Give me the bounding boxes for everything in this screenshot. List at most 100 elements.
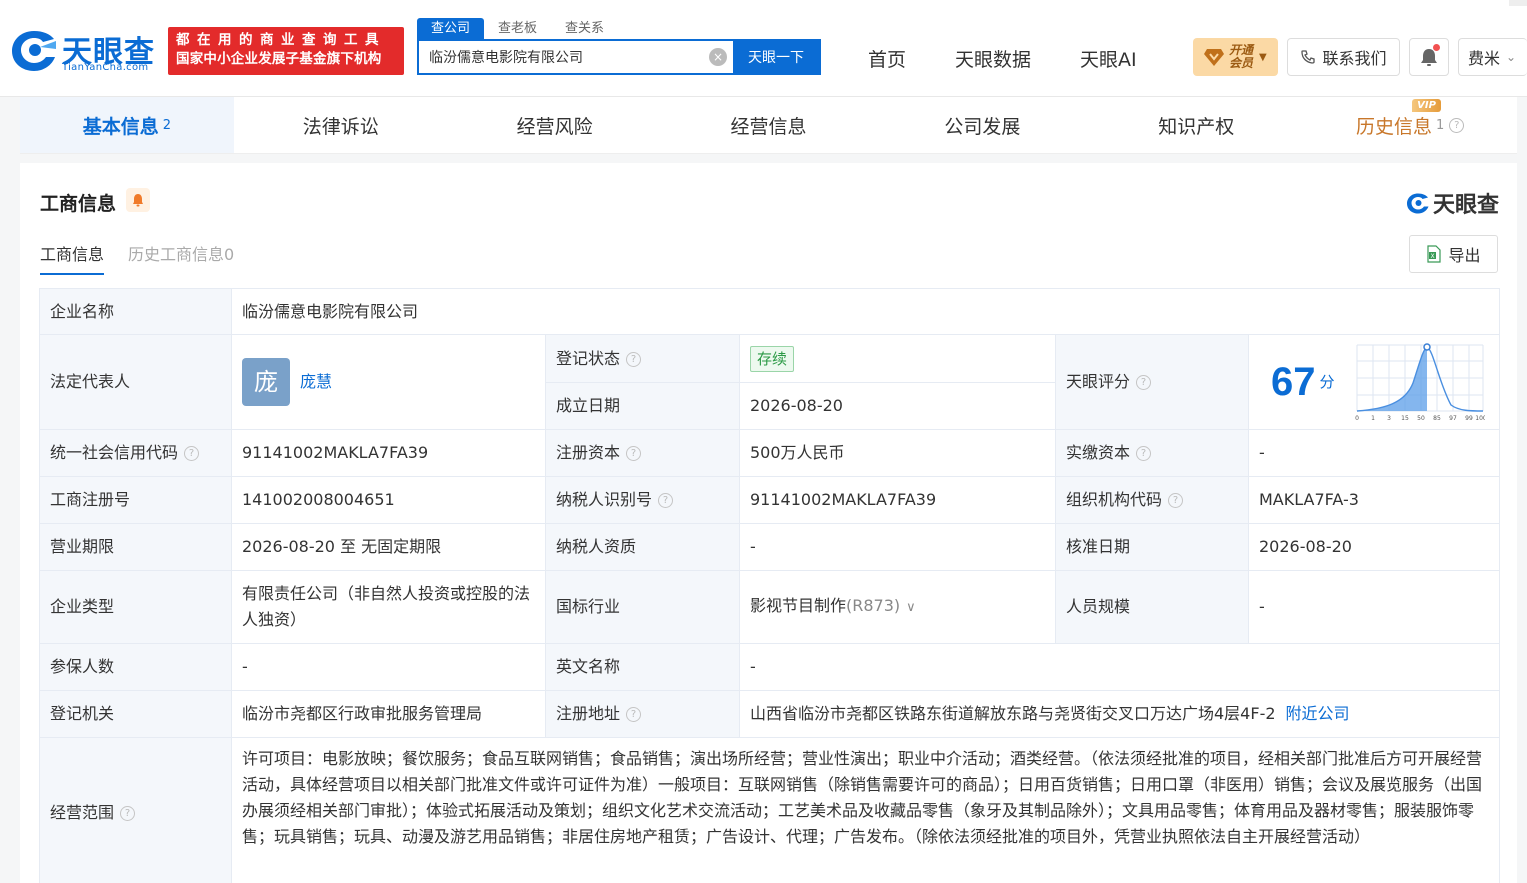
term-label: 营业期限 [39, 523, 232, 571]
score-axis: 0 1 3 15 50 85 97 99 100 [1355, 415, 1485, 422]
reg-capital: 500万人民币 [739, 429, 1056, 477]
help-icon[interactable]: ? [626, 351, 642, 367]
phone-icon [1301, 50, 1316, 64]
search-input[interactable] [419, 41, 703, 73]
help-icon[interactable]: ? [1136, 446, 1152, 461]
contact-us-button[interactable]: 联系我们 [1287, 38, 1400, 76]
address: 山西省临汾市尧都区铁路东街道解放东路与尧贤街交叉口万达广场4层4F-2 [750, 704, 1276, 723]
term: 2026-08-20 至 无固定期限 [231, 523, 546, 571]
nav-ai[interactable]: 天眼AI [1080, 45, 1137, 72]
chevron-down-icon: ∨ [906, 600, 916, 615]
subtab-business-info[interactable]: 工商信息 [40, 241, 105, 275]
company-name-label: 企业名称 [39, 288, 232, 335]
excel-icon: X [1427, 245, 1442, 263]
clear-search-button[interactable]: × [703, 41, 733, 73]
help-icon[interactable]: ? [658, 493, 674, 508]
score-tick: 3 [1387, 415, 1391, 422]
nearby-companies-link[interactable]: 附近公司 [1286, 704, 1350, 723]
address-label: 注册地址 [556, 704, 621, 723]
authority-label: 登记机关 [39, 690, 232, 738]
score-tick: 1 [1371, 415, 1375, 422]
search-tab-company[interactable]: 查公司 [417, 18, 485, 39]
table-row: 经营范围? 许可项目：电影放映；餐饮服务；食品互联网销售；食品销售；演出场所经营… [39, 737, 1501, 883]
status-label: 登记状态 [556, 348, 621, 368]
help-icon[interactable]: ? [1136, 375, 1152, 390]
taxpayer-qual-label: 纳税人资质 [545, 523, 740, 571]
industry: 影视节目制作 [750, 596, 847, 615]
help-icon[interactable]: ? [1449, 117, 1465, 133]
brand-watermark: 天眼查 [1406, 187, 1499, 219]
score-label: 天眼评分 [1066, 372, 1131, 391]
type-label: 企业类型 [39, 570, 232, 644]
table-row: 法定代表人 庞庞慧 登记状态? 存续 天眼评分? 67 分 0 1 3 15 5… [39, 334, 1501, 430]
contact-label: 联系我们 [1322, 49, 1387, 68]
help-icon[interactable]: ? [626, 707, 642, 722]
paid-capital-label: 实缴资本 [1066, 443, 1131, 462]
credit-code-label-cell: 统一社会信用代码? [39, 429, 232, 477]
subtab-history-business-info[interactable]: 历史工商信息0 [128, 241, 234, 275]
tab-history[interactable]: VIP 历史信息 1 ? [1303, 97, 1517, 153]
reg-no-label: 工商注册号 [39, 476, 232, 524]
score-cell[interactable]: 67 分 0 1 3 15 50 85 97 99 100 [1247, 334, 1501, 430]
help-icon[interactable]: ? [626, 446, 642, 461]
banner-line-1: 都在用的商业查询工具 [176, 32, 386, 48]
subscribe-bell-button[interactable] [126, 188, 150, 212]
banner-line-2: 国家中小企业发展子基金旗下机构 [176, 51, 382, 67]
approval-date-label: 核准日期 [1055, 523, 1249, 571]
staff-size-label: 人员规模 [1055, 570, 1249, 644]
table-row: 登记机关 临汾市尧都区行政审批服务管理局 注册地址? 山西省临汾市尧都区铁路东街… [39, 690, 1501, 738]
info-subtabs: 工商信息 历史工商信息0 [40, 241, 234, 275]
scrollbar-stub[interactable] [1509, 0, 1527, 6]
tab-label: 公司发展 [944, 115, 1021, 138]
bell-icon [133, 194, 143, 207]
help-icon[interactable]: ? [120, 805, 136, 821]
tab-ip[interactable]: 知识产权 [1089, 97, 1303, 153]
help-icon[interactable]: ? [184, 446, 200, 461]
tab-legal[interactable]: 法律诉讼 [234, 97, 448, 153]
tab-development[interactable]: 公司发展 [875, 97, 1089, 153]
brand-text: 天眼查 [1432, 193, 1499, 218]
credit-code-label: 统一社会信用代码 [50, 443, 179, 462]
taxpayer-id: 91141002MAKLA7FA39 [739, 476, 1056, 524]
company-name: 临汾儒意电影院有限公司 [230, 288, 1501, 335]
logo-url: TianYanCha.com [62, 62, 149, 73]
reg-no: 141002008004651 [231, 476, 546, 524]
table-row: 营业期限 2026-08-20 至 无固定期限 纳税人资质 - 核准日期 202… [39, 523, 1501, 571]
tab-risk[interactable]: 经营风险 [448, 97, 662, 153]
score-distribution-chart: 0 1 3 15 50 85 97 99 100 [1355, 343, 1485, 422]
tab-operation[interactable]: 经营信息 [662, 97, 876, 153]
vip-label: 开通会员 [1229, 43, 1254, 70]
english-name: - [738, 643, 1501, 691]
nav-home[interactable]: 首页 [868, 45, 906, 72]
export-button[interactable]: X 导出 [1409, 235, 1498, 273]
table-row: 工商注册号 141002008004651 纳税人识别号? 91141002MA… [39, 476, 1501, 524]
business-scope: 许可项目：电影放映；餐饮服务；食品互联网销售；食品销售；演出场所经营；营业性演出… [230, 737, 1501, 883]
open-vip-button[interactable]: 开通会员 ▼ [1193, 38, 1278, 76]
business-info-card: 工商信息 天眼查 工商信息 历史工商信息0 X 导出 企业名称 临汾儒意电影院有… [20, 163, 1517, 883]
nav-data[interactable]: 天眼数据 [955, 45, 1031, 72]
promo-banner[interactable]: 都在用的商业查询工具 国家中小企业发展子基金旗下机构 [168, 27, 404, 75]
tab-count: 1 [1435, 117, 1445, 133]
legal-rep-link[interactable]: 庞慧 [300, 372, 332, 391]
english-name-label: 英文名称 [545, 643, 740, 691]
company-type: 有限责任公司（非自然人投资或控股的法人独资） [231, 570, 546, 644]
tab-count: 2 [162, 117, 172, 133]
user-menu-button[interactable]: 费米 ⌄ [1458, 38, 1527, 76]
taxpayer-id-label-cell: 纳税人识别号? [545, 476, 740, 524]
help-icon[interactable]: ? [1168, 493, 1184, 508]
search-tab-boss[interactable]: 查老板 [484, 18, 551, 39]
org-code-label: 组织机构代码 [1066, 490, 1163, 509]
tab-basic-info[interactable]: 基本信息 2 [20, 97, 234, 153]
tab-label: 历史信息 [1355, 115, 1432, 138]
chevron-down-icon: ⌄ [1506, 50, 1517, 64]
tianyancha-logo[interactable]: 天眼查 TianYanCha.com [10, 25, 160, 75]
search-box: × 天眼一下 [417, 39, 821, 75]
taxpayer-id-label: 纳税人识别号 [556, 490, 653, 509]
search-tab-relation[interactable]: 查关系 [551, 18, 618, 39]
notification-button[interactable] [1409, 38, 1449, 76]
taxpayer-qual: - [739, 523, 1056, 571]
avatar[interactable]: 庞 [242, 358, 290, 406]
search-button[interactable]: 天眼一下 [733, 41, 819, 73]
industry-cell[interactable]: 影视节目制作(R873) ∨ [739, 570, 1056, 644]
authority: 临汾市尧都区行政审批服务管理局 [231, 690, 546, 738]
